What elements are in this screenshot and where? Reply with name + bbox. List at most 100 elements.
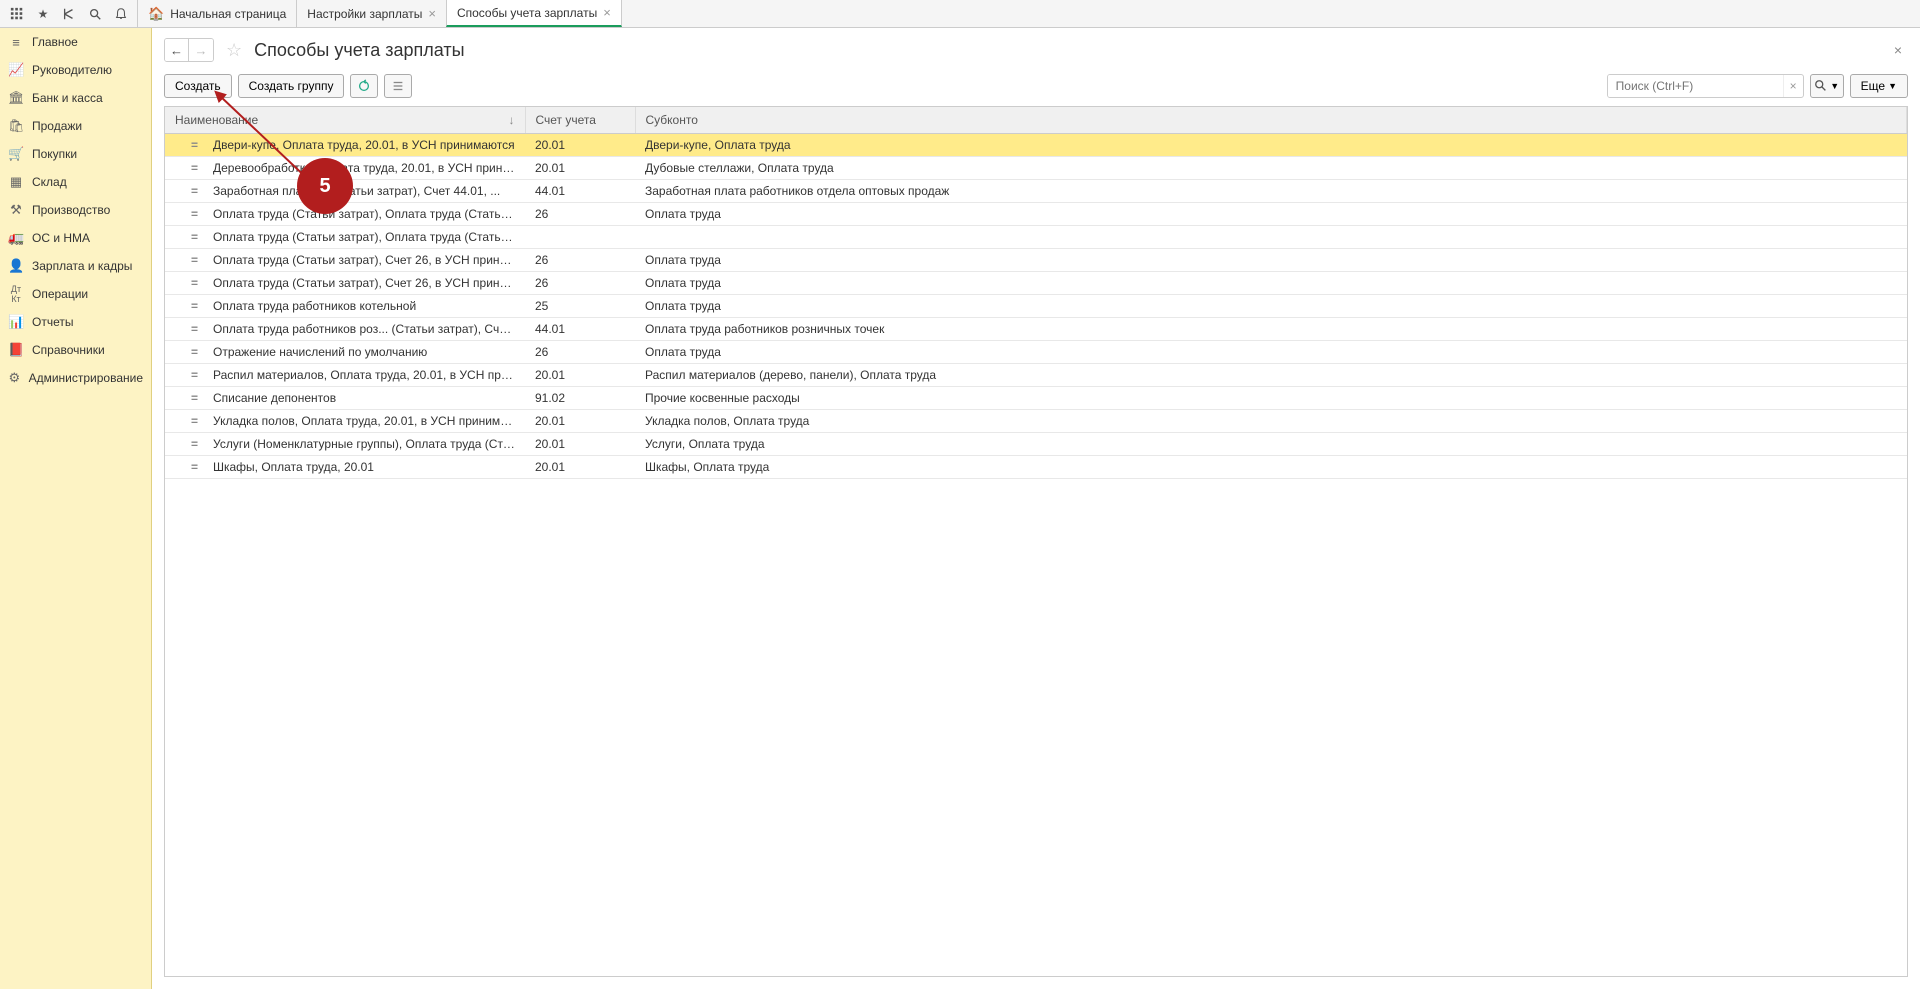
- sidebar-item-label: Банк и касса: [32, 91, 103, 105]
- close-icon[interactable]: ×: [428, 6, 436, 21]
- chart-icon: 📈: [8, 62, 24, 78]
- cell-subconto: Прочие косвенные расходы: [635, 387, 1907, 410]
- cart-icon: 🛍: [8, 118, 24, 134]
- sidebar-item-directories[interactable]: 📕Справочники: [0, 336, 151, 364]
- create-group-button[interactable]: Создать группу: [238, 74, 345, 98]
- find-by-button[interactable]: [350, 74, 378, 98]
- cell-account: 20.01: [525, 134, 635, 157]
- col-label: Наименование: [175, 113, 258, 127]
- table-row[interactable]: Оплата труда работников роз... (Статьи з…: [165, 318, 1907, 341]
- sidebar-item-assets[interactable]: 🚛ОС и НМА: [0, 224, 151, 252]
- cell-account: 26: [525, 272, 635, 295]
- create-button[interactable]: Создать: [164, 74, 232, 98]
- cell-subconto: Шкафы, Оплата труда: [635, 456, 1907, 479]
- tab-salary-methods[interactable]: Способы учета зарплаты ×: [446, 0, 622, 27]
- table-row[interactable]: Деревообработка, Оплата труда, 20.01, в …: [165, 157, 1907, 180]
- action-bar: Создать Создать группу × ▼ Еще ▼: [152, 70, 1920, 106]
- sidebar-item-main[interactable]: ≡Главное: [0, 28, 151, 56]
- sidebar-item-bank[interactable]: 🏛Банк и касса: [0, 84, 151, 112]
- sidebar-item-operations[interactable]: ДтКтОперации: [0, 280, 151, 308]
- tab-settings[interactable]: Настройки зарплаты ×: [296, 0, 447, 27]
- sidebar-item-production[interactable]: ⚒ Производство: [0, 196, 151, 224]
- history-icon[interactable]: [56, 1, 82, 27]
- col-account-header[interactable]: Счет учета: [525, 107, 635, 134]
- cell-name: Оплата труда (Статьи затрат), Счет 26, в…: [165, 272, 525, 295]
- nav-buttons: ← →: [164, 38, 214, 62]
- search-menu-button[interactable]: ▼: [1810, 74, 1844, 98]
- table-row[interactable]: Распил материалов, Оплата труда, 20.01, …: [165, 364, 1907, 387]
- search-clear-icon[interactable]: ×: [1783, 75, 1803, 97]
- tab-label: Начальная страница: [170, 7, 286, 21]
- cell-account: 20.01: [525, 157, 635, 180]
- sidebar-item-admin[interactable]: ⚙Администрирование: [0, 364, 151, 392]
- close-icon[interactable]: ×: [603, 5, 611, 20]
- cell-account: 91.02: [525, 387, 635, 410]
- back-button[interactable]: ←: [165, 39, 189, 61]
- favorite-star-icon[interactable]: ☆: [226, 40, 242, 61]
- cell-name: Оплата труда (Статьи затрат), Оплата тру…: [165, 203, 525, 226]
- col-label: Субконто: [646, 113, 698, 127]
- table-row[interactable]: Отражение начислений по умолчанию26Оплат…: [165, 341, 1907, 364]
- sidebar-item-label: Зарплата и кадры: [32, 259, 132, 273]
- sidebar-item-purchases[interactable]: 🛒Покупки: [0, 140, 151, 168]
- cell-name: Списание депонентов: [165, 387, 525, 410]
- cell-subconto: Оплата труда работников розничных точек: [635, 318, 1907, 341]
- cell-name: Оплата труда работников котельной: [165, 295, 525, 318]
- table-row[interactable]: Двери-купе, Оплата труда, 20.01, в УСН п…: [165, 134, 1907, 157]
- apps-icon[interactable]: [4, 1, 30, 27]
- sidebar-item-salary[interactable]: 👤Зарплата и кадры: [0, 252, 151, 280]
- search-icon[interactable]: [82, 1, 108, 27]
- cell-name: Заработная плата ... (Статьи затрат), Сч…: [165, 180, 525, 203]
- cell-name: Шкафы, Оплата труда, 20.01: [165, 456, 525, 479]
- sidebar-item-label: Склад: [32, 175, 67, 189]
- sidebar-item-label: Производство: [32, 203, 110, 217]
- table-row[interactable]: Оплата труда (Статьи затрат), Счет 26, в…: [165, 249, 1907, 272]
- table-row[interactable]: Укладка полов, Оплата труда, 20.01, в УС…: [165, 410, 1907, 433]
- more-button[interactable]: Еще ▼: [1850, 74, 1908, 98]
- cell-subconto: Двери-купе, Оплата труда: [635, 134, 1907, 157]
- cell-subconto: Оплата труда: [635, 249, 1907, 272]
- row-icon: [191, 161, 205, 175]
- search-input[interactable]: [1608, 75, 1783, 97]
- cell-name: Услуги (Номенклатурные группы), Оплата т…: [165, 433, 525, 456]
- table-row[interactable]: Заработная плата ... (Статьи затрат), Сч…: [165, 180, 1907, 203]
- cell-name: Оплата труда работников роз... (Статьи з…: [165, 318, 525, 341]
- sidebar-item-label: Справочники: [32, 343, 105, 357]
- star-icon[interactable]: ★: [30, 1, 56, 27]
- row-icon: [191, 460, 205, 474]
- sort-down-icon: ↓: [509, 113, 515, 127]
- sidebar-item-label: Операции: [32, 287, 88, 301]
- sidebar-item-label: ОС и НМА: [32, 231, 90, 245]
- cell-account: 26: [525, 203, 635, 226]
- tab-label: Настройки зарплаты: [307, 7, 422, 21]
- bell-icon[interactable]: [108, 1, 134, 27]
- cell-subconto: Заработная плата работников отдела оптов…: [635, 180, 1907, 203]
- sidebar-item-warehouse[interactable]: ▦ Склад: [0, 168, 151, 196]
- col-subconto-header[interactable]: Субконто: [635, 107, 1907, 134]
- sidebar-item-reports[interactable]: 📊Отчеты: [0, 308, 151, 336]
- sidebar: ≡Главное 📈Руководителю 🏛Банк и касса 🛍Пр…: [0, 28, 152, 989]
- table-row[interactable]: Шкафы, Оплата труда, 20.0120.01Шкафы, Оп…: [165, 456, 1907, 479]
- row-icon: [191, 184, 205, 198]
- warehouse-icon: ▦: [8, 174, 24, 190]
- sidebar-item-label: Администрирование: [29, 371, 143, 385]
- col-name-header[interactable]: Наименование ↓: [165, 107, 525, 134]
- row-icon: [191, 414, 205, 428]
- search-icon: [1814, 79, 1828, 93]
- table-row[interactable]: Оплата труда (Статьи затрат), Оплата тру…: [165, 226, 1907, 249]
- table-row[interactable]: Оплата труда (Статьи затрат), Оплата тру…: [165, 203, 1907, 226]
- sidebar-item-label: Отчеты: [32, 315, 73, 329]
- table-row[interactable]: Услуги (Номенклатурные группы), Оплата т…: [165, 433, 1907, 456]
- table-row[interactable]: Списание депонентов91.02Прочие косвенные…: [165, 387, 1907, 410]
- table-row[interactable]: Оплата труда работников котельной25Оплат…: [165, 295, 1907, 318]
- table-row[interactable]: Оплата труда (Статьи затрат), Счет 26, в…: [165, 272, 1907, 295]
- tab-home[interactable]: 🏠 Начальная страница: [137, 0, 297, 27]
- sidebar-item-sales[interactable]: 🛍Продажи: [0, 112, 151, 140]
- sidebar-item-manager[interactable]: 📈Руководителю: [0, 56, 151, 84]
- factory-icon: ⚒: [8, 202, 24, 218]
- cell-account: 20.01: [525, 364, 635, 387]
- list-mode-button[interactable]: [384, 74, 412, 98]
- cell-subconto: Оплата труда: [635, 341, 1907, 364]
- close-page-icon[interactable]: ×: [1888, 42, 1908, 58]
- sidebar-item-label: Покупки: [32, 147, 77, 161]
